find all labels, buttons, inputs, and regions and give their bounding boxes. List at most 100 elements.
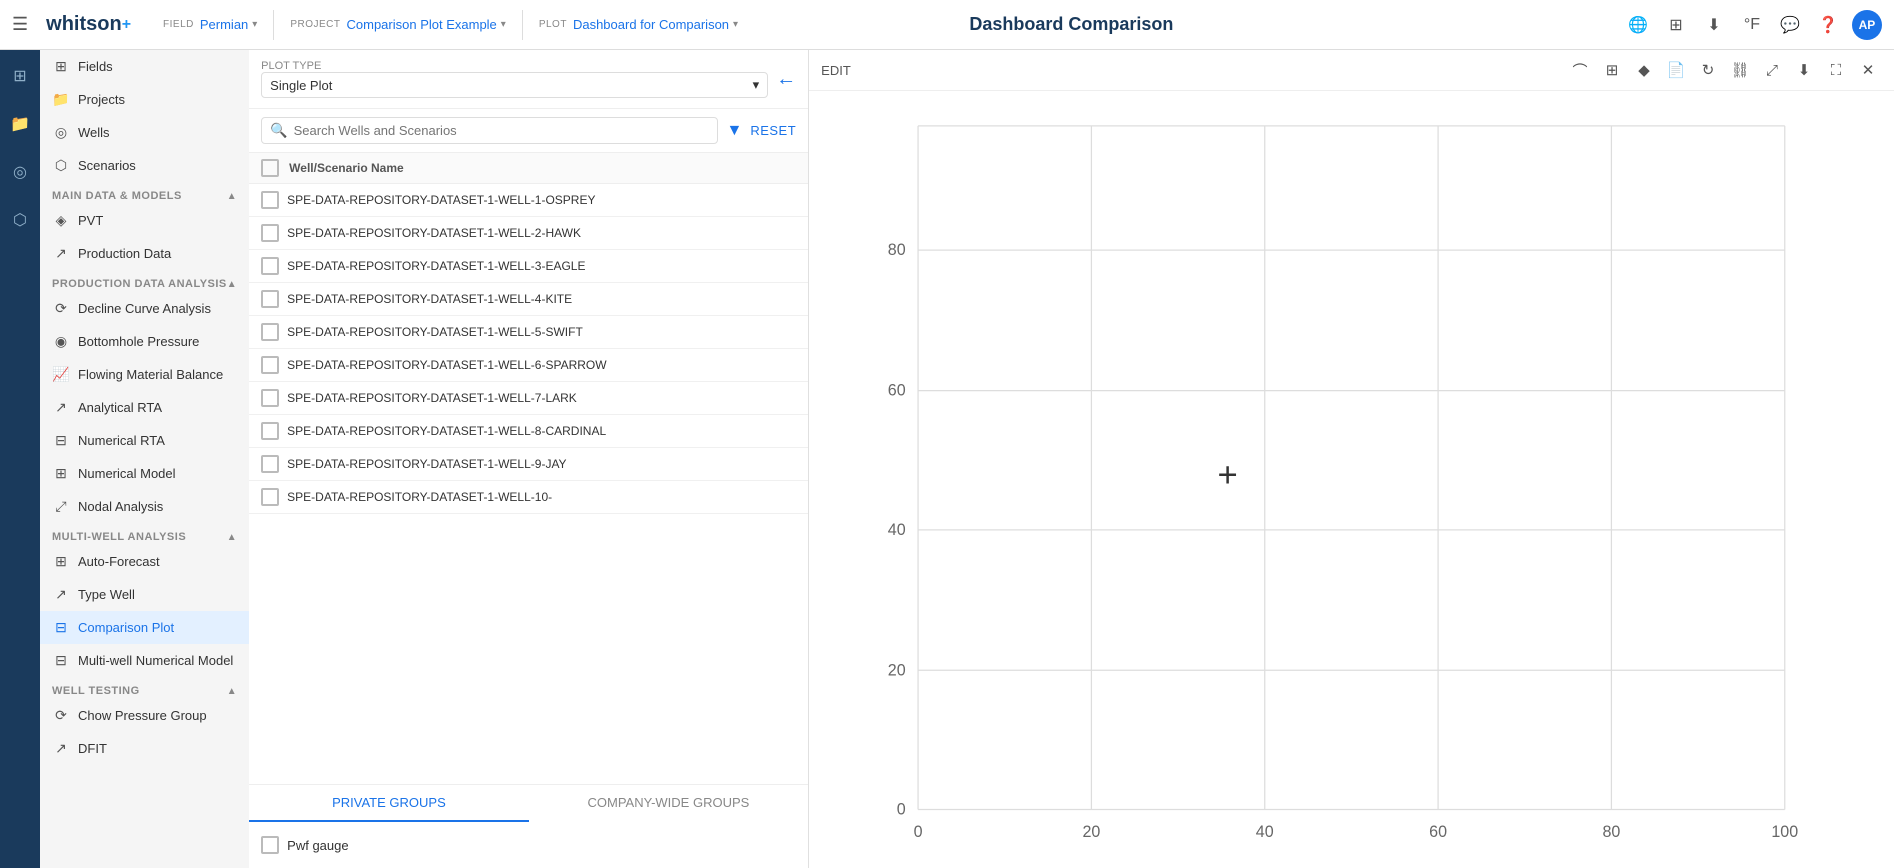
project-chevron-icon: ▾ [501, 19, 506, 30]
sidebar-item-bottomhole[interactable]: ◉ Bottomhole Pressure [40, 325, 249, 358]
project-dropdown[interactable]: Comparison Plot Example ▾ [347, 17, 506, 32]
filter-icon[interactable]: ▼ [726, 122, 742, 140]
table-tool-button[interactable]: ⊞ [1598, 56, 1626, 84]
menu-icon[interactable]: ☰ [12, 14, 28, 35]
sidebar-label-projects: Projects [78, 92, 125, 107]
section-main-data-collapse[interactable]: ▲ [227, 191, 237, 202]
plot-chevron-icon: ▾ [733, 19, 738, 30]
rail-scenarios-icon[interactable]: ⬡ [4, 204, 36, 236]
help-icon[interactable]: ❓ [1814, 11, 1842, 39]
well-scenario-header: Well/Scenario Name [289, 161, 404, 175]
plot-type-label: Plot Type [261, 60, 768, 72]
svg-text:60: 60 [1429, 823, 1447, 841]
sidebar-item-projects[interactable]: 📁 Projects [40, 83, 249, 116]
sidebar-label-pvt: PVT [78, 213, 103, 228]
sidebar-item-multi-numerical[interactable]: ⊟ Multi-well Numerical Model [40, 644, 249, 677]
logo: whitson+ [46, 13, 131, 36]
curve-tool-button[interactable]: ⌒ [1566, 56, 1594, 84]
content-area: Plot Type Single Plot ▾ ← 🔍 ▼ RESET [249, 50, 1894, 868]
well-checkbox[interactable] [261, 455, 279, 473]
back-button[interactable]: ← [776, 68, 796, 91]
fill-tool-button[interactable]: ◆ [1630, 56, 1658, 84]
header-checkbox-area [261, 159, 289, 177]
well-checkbox[interactable] [261, 290, 279, 308]
group-checkbox-pwf[interactable] [261, 836, 279, 854]
globe-icon[interactable]: 🌐 [1624, 11, 1652, 39]
chart-panel: EDIT ⌒ ⊞ ◆ 📄 ↻ ⛓ ⤢ ⬇ ⛶ ✕ [809, 50, 1894, 868]
avatar[interactable]: AP [1852, 10, 1882, 40]
well-row: SPE-DATA-REPOSITORY-DATASET-1-WELL-7-LAR… [249, 382, 808, 415]
main-layout: ⊞ 📁 ◎ ⬡ ⊞ Fields 📁 Projects ◎ Wells ⬡ Sc… [0, 50, 1894, 868]
sidebar-item-scenarios[interactable]: ⬡ Scenarios [40, 149, 249, 182]
sidebar-item-dfit[interactable]: ↗ DFIT [40, 732, 249, 765]
download-tool-button[interactable]: ⬇ [1790, 56, 1818, 84]
grid-icon[interactable]: ⊞ [1662, 11, 1690, 39]
sidebar-item-flowing-material[interactable]: 📈 Flowing Material Balance [40, 358, 249, 391]
sidebar-item-numerical-model[interactable]: ⊞ Numerical Model [40, 457, 249, 490]
sidebar-item-decline-curve[interactable]: ⟳ Decline Curve Analysis [40, 292, 249, 325]
section-multi-well-collapse[interactable]: ▲ [227, 532, 237, 543]
close-tool-button[interactable]: ✕ [1854, 56, 1882, 84]
chat-icon[interactable]: 💬 [1776, 11, 1804, 39]
sidebar-item-numerical-rta[interactable]: ⊟ Numerical RTA [40, 424, 249, 457]
section-well-testing-collapse[interactable]: ▲ [227, 686, 237, 697]
download-icon[interactable]: ⬇ [1700, 11, 1728, 39]
well-checkbox[interactable] [261, 422, 279, 440]
plot-type-dropdown[interactable]: Single Plot ▾ [261, 72, 768, 98]
sidebar-label-comparison-plot: Comparison Plot [78, 620, 174, 635]
rail-fields-icon[interactable]: ⊞ [4, 60, 36, 92]
sidebar-item-pvt[interactable]: ◈ PVT [40, 204, 249, 237]
select-all-checkbox[interactable] [261, 159, 279, 177]
sidebar-item-auto-forecast[interactable]: ⊞ Auto-Forecast [40, 545, 249, 578]
reset-button[interactable]: RESET [750, 123, 796, 138]
tab-company-groups[interactable]: COMPANY-WIDE GROUPS [529, 785, 809, 822]
sidebar-item-wells[interactable]: ◎ Wells [40, 116, 249, 149]
section-well-testing-label: Well Testing [52, 685, 140, 697]
svg-text:80: 80 [1603, 823, 1621, 841]
rail-wells-icon[interactable]: ◎ [4, 156, 36, 188]
well-checkbox[interactable] [261, 389, 279, 407]
fields-icon: ⊞ [52, 58, 70, 75]
sidebar-item-comparison-plot[interactable]: ⊟ Comparison Plot [40, 611, 249, 644]
pvt-icon: ◈ [52, 212, 70, 229]
flowing-material-icon: 📈 [52, 366, 70, 383]
well-checkbox[interactable] [261, 224, 279, 242]
svg-text:60: 60 [888, 382, 906, 400]
document-tool-button[interactable]: 📄 [1662, 56, 1690, 84]
well-name: SPE-DATA-REPOSITORY-DATASET-1-WELL-4-KIT… [287, 292, 572, 306]
well-name: SPE-DATA-REPOSITORY-DATASET-1-WELL-7-LAR… [287, 391, 577, 405]
projects-icon: 📁 [52, 91, 70, 108]
well-row: SPE-DATA-REPOSITORY-DATASET-1-WELL-10- [249, 481, 808, 514]
wells-table: SPE-DATA-REPOSITORY-DATASET-1-WELL-1-OSP… [249, 184, 808, 784]
rail-projects-icon[interactable]: 📁 [4, 108, 36, 140]
sidebar-item-analytical-rta[interactable]: ↗ Analytical RTA [40, 391, 249, 424]
well-checkbox[interactable] [261, 257, 279, 275]
section-production-analysis-collapse[interactable]: ▲ [227, 279, 237, 290]
sidebar-label-auto-forecast: Auto-Forecast [78, 554, 160, 569]
fullscreen-tool-button[interactable]: ⛶ [1822, 56, 1850, 84]
field-dropdown[interactable]: Permian ▾ [200, 17, 257, 32]
link-tool-button[interactable]: ⛓ [1726, 56, 1754, 84]
header-divider-2 [522, 10, 523, 40]
plot-selector: Plot Dashboard for Comparison ▾ [539, 17, 738, 32]
sidebar-item-nodal-analysis[interactable]: ⤢ Nodal Analysis [40, 490, 249, 523]
expand-tool-button[interactable]: ⤢ [1758, 56, 1786, 84]
tab-private-groups[interactable]: PRIVATE GROUPS [249, 785, 529, 822]
chart-area: 0 20 40 60 80 0 20 40 60 80 100 + [809, 91, 1894, 868]
sidebar-item-type-well[interactable]: ↗ Type Well [40, 578, 249, 611]
search-input[interactable] [294, 123, 710, 138]
svg-text:20: 20 [1083, 823, 1101, 841]
sidebar-item-chow-pressure[interactable]: ⟳ Chow Pressure Group [40, 699, 249, 732]
well-checkbox[interactable] [261, 356, 279, 374]
well-checkbox[interactable] [261, 191, 279, 209]
temperature-icon[interactable]: °F [1738, 11, 1766, 39]
refresh-tool-button[interactable]: ↻ [1694, 56, 1722, 84]
well-checkbox[interactable] [261, 488, 279, 506]
left-panel: Plot Type Single Plot ▾ ← 🔍 ▼ RESET [249, 50, 809, 868]
sidebar-label-wells: Wells [78, 125, 110, 140]
sidebar-item-fields[interactable]: ⊞ Fields [40, 50, 249, 83]
well-checkbox[interactable] [261, 323, 279, 341]
app-sidebar: ⊞ 📁 ◎ ⬡ ⊞ Fields 📁 Projects ◎ Wells ⬡ Sc… [0, 50, 249, 868]
sidebar-item-production-data[interactable]: ↗ Production Data [40, 237, 249, 270]
plot-dropdown[interactable]: Dashboard for Comparison ▾ [573, 17, 738, 32]
